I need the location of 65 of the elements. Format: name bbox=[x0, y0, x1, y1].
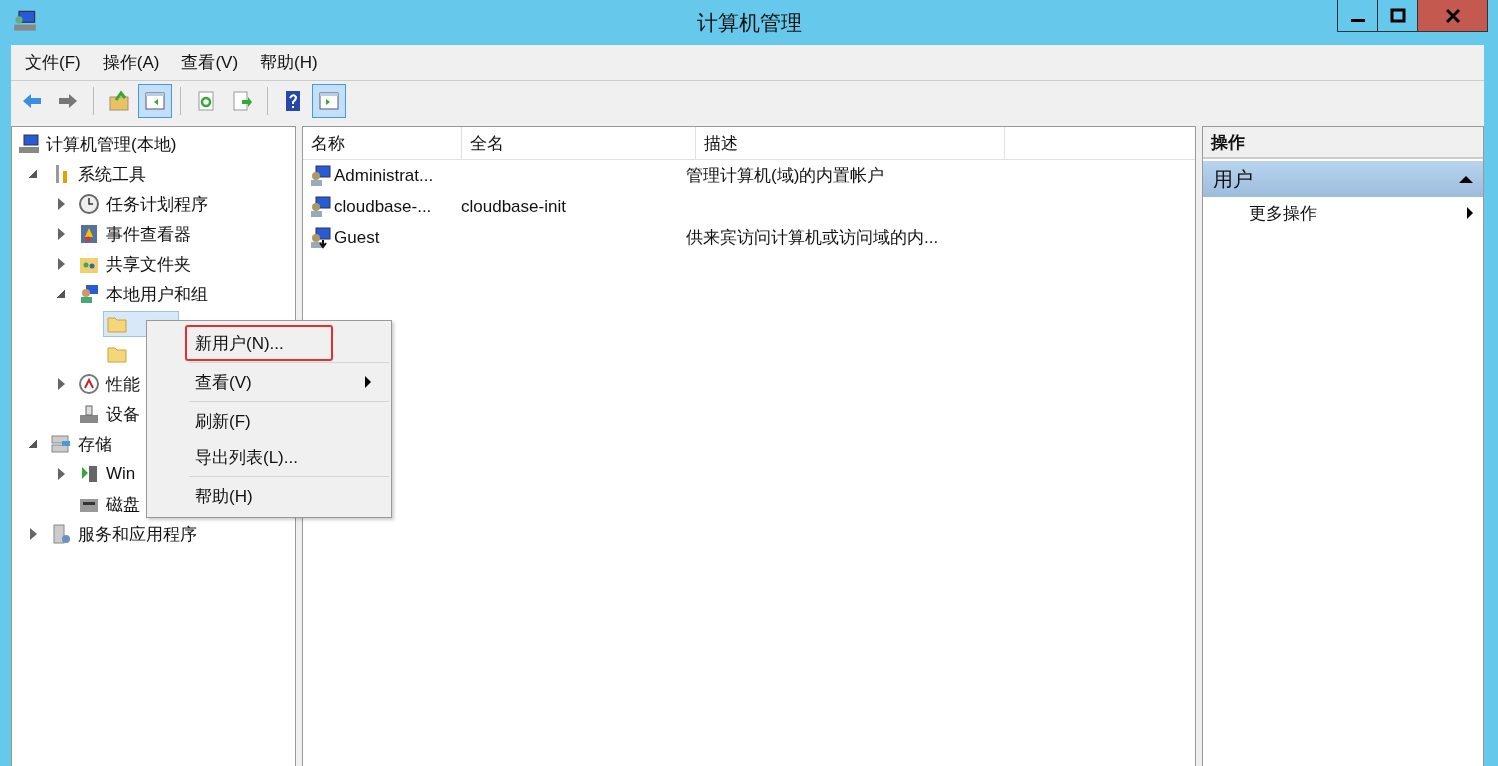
menu-item[interactable]: 新用户(N)... bbox=[185, 325, 333, 361]
table-cell: Administrat... bbox=[334, 165, 434, 186]
users-icon bbox=[78, 283, 100, 305]
table-cell: cloudbase-... bbox=[334, 196, 432, 217]
expand-arrow-icon[interactable] bbox=[57, 258, 65, 270]
close-button[interactable] bbox=[1418, 0, 1487, 31]
menu-item[interactable]: 导出列表(L)... bbox=[185, 439, 389, 475]
action-link[interactable]: 更多操作 bbox=[1203, 197, 1483, 229]
export-icon bbox=[231, 90, 253, 112]
pane-icon bbox=[318, 90, 340, 112]
expand-arrow-icon[interactable] bbox=[57, 468, 65, 480]
tree-item[interactable]: 系统工具 bbox=[47, 160, 150, 188]
user-icon bbox=[309, 164, 331, 187]
menu-item[interactable]: 文件(F) bbox=[15, 51, 93, 74]
column-header[interactable]: 全名 bbox=[462, 127, 696, 159]
folder-up-icon bbox=[108, 90, 130, 112]
tree-item[interactable]: 磁盘 bbox=[75, 490, 144, 518]
submenu-arrow-icon bbox=[365, 376, 371, 388]
submenu-arrow-icon bbox=[1467, 207, 1473, 219]
tree-item[interactable]: 设备 bbox=[75, 400, 144, 428]
table-cell-text: 管理计算机(域)的内置帐户 bbox=[686, 165, 885, 187]
table-cell: Guest bbox=[334, 227, 380, 248]
tree-item[interactable]: 存储 bbox=[47, 430, 116, 458]
expand-arrow-icon[interactable] bbox=[57, 228, 65, 240]
computer-icon bbox=[18, 133, 40, 155]
computer-icon bbox=[13, 9, 37, 33]
expand-arrow-icon[interactable] bbox=[57, 198, 65, 210]
pane-icon bbox=[144, 90, 166, 112]
window-title: 计算机管理 bbox=[696, 9, 802, 36]
collapse-arrow-icon[interactable] bbox=[1459, 175, 1473, 183]
gauge-icon bbox=[78, 373, 100, 395]
tree-item[interactable]: 本地用户和组 bbox=[75, 280, 212, 308]
menu-item[interactable]: 刷新(F) bbox=[185, 403, 389, 439]
actions-header: 操作 bbox=[1203, 127, 1483, 159]
tree-item[interactable]: 共享文件夹 bbox=[75, 250, 195, 278]
tree-item[interactable]: 计算机管理(本地) bbox=[15, 130, 181, 158]
pane-toggle-button[interactable] bbox=[312, 84, 346, 118]
tree-item[interactable]: 性能 bbox=[75, 370, 144, 398]
tree-item[interactable]: 服务和应用程序 bbox=[47, 520, 201, 548]
menu-item[interactable]: 查看(V) bbox=[185, 364, 389, 400]
storage-icon bbox=[50, 433, 72, 455]
menu-item[interactable]: 操作(A) bbox=[92, 51, 172, 74]
menu-item[interactable]: 帮助(H) bbox=[250, 51, 330, 74]
table-cell: cloudbase-init bbox=[461, 196, 566, 217]
services-icon bbox=[50, 523, 72, 545]
column-header[interactable]: 描述 bbox=[696, 127, 1005, 159]
column-header[interactable]: 名称 bbox=[303, 127, 462, 159]
user-icon bbox=[309, 226, 331, 249]
tree-item[interactable]: 事件查看器 bbox=[75, 220, 195, 248]
pane-toggle-button[interactable] bbox=[138, 84, 172, 118]
section-title: 用户 bbox=[1213, 166, 1253, 192]
user-icon bbox=[309, 195, 331, 218]
device-icon bbox=[78, 403, 100, 425]
table-cell-text: 供来宾访问计算机或访问域的内... bbox=[686, 227, 939, 249]
tree-item[interactable]: 任务计划程序 bbox=[75, 190, 212, 218]
minimize-icon bbox=[1350, 19, 1365, 22]
menu-item[interactable]: 帮助(H) bbox=[185, 478, 389, 514]
clock-icon bbox=[78, 193, 100, 215]
tree-item[interactable]: Win bbox=[75, 461, 140, 487]
expand-arrow-icon[interactable] bbox=[57, 378, 65, 390]
actions-section[interactable]: 用户 bbox=[1203, 161, 1483, 197]
menu-item[interactable]: 查看(V) bbox=[171, 51, 251, 74]
refresh-icon bbox=[195, 90, 217, 112]
expand-arrow-icon[interactable] bbox=[29, 528, 37, 540]
log-book-icon bbox=[78, 223, 100, 245]
